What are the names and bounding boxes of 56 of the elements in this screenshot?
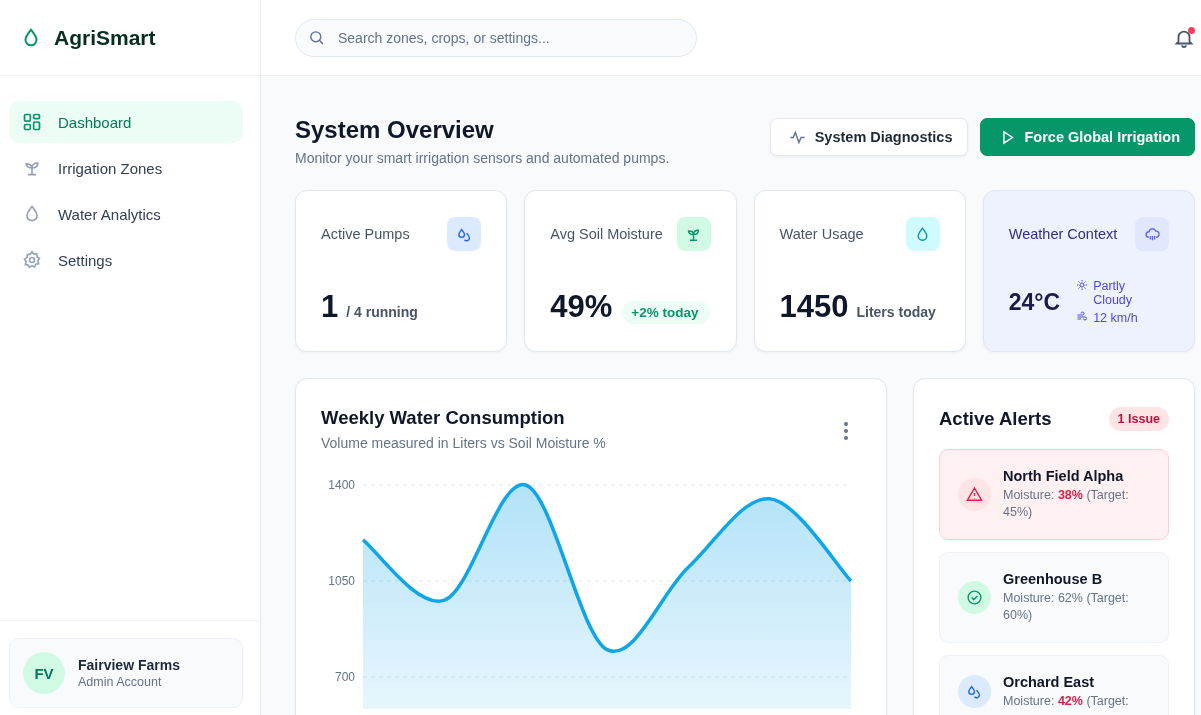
sun-icon (1076, 279, 1089, 291)
stat-value: 24°C (1008, 288, 1061, 316)
page-title: System Overview (295, 116, 495, 144)
stat-value: 1 (321, 289, 339, 325)
trend-badge: +2% today (622, 301, 711, 324)
drop-icon (905, 217, 940, 251)
y-tick-label: 1050 (328, 574, 355, 588)
nav-item[interactable]: Settings (9, 239, 243, 281)
stat-value: 1450 (779, 289, 849, 325)
user-name: Fairview Farms (78, 657, 180, 673)
more-icon[interactable] (843, 421, 849, 441)
y-tick-label: 1400 (328, 478, 355, 492)
pulse-icon (788, 128, 806, 146)
warning-icon (966, 485, 983, 503)
stat-title: Active Pumps (321, 226, 410, 242)
chart-title: Weekly Water Consumption (321, 407, 566, 429)
wind-speed: 12 km/h (1093, 311, 1138, 325)
profile-card[interactable]: FV Fairview Farms Admin Account (9, 638, 243, 708)
cloud-rain-icon (1135, 217, 1169, 251)
stat-unit: / 4 running (346, 304, 418, 320)
chart-subtitle: Volume measured in Liters vs Soil Moisture % (321, 435, 606, 451)
irrigation-button[interactable]: Force Global Irrigation (979, 118, 1195, 156)
zone-name: North Field Alpha (1003, 468, 1125, 484)
droplets-icon (447, 217, 482, 251)
y-tick-label: 700 (334, 670, 355, 684)
stat-title: Avg Soil Moisture (550, 226, 663, 242)
user-role: Admin Account (78, 675, 163, 689)
nav-item[interactable]: Irrigation Zones (9, 147, 243, 189)
stat-value: 49% (550, 289, 613, 325)
stat-title: Water Usage (779, 226, 864, 242)
diagnostics-button[interactable]: System Diagnostics (769, 118, 968, 156)
alert-item[interactable]: Greenhouse B Moisture: 62% (Target: 60%) (939, 551, 1169, 643)
grid-icon (22, 112, 42, 132)
alert-item[interactable]: Orchard East Moisture: 42% (Target: (939, 654, 1169, 715)
settings-icon (22, 250, 42, 270)
issue-badge: 1 Issue (1108, 407, 1169, 431)
page-subtitle: Monitor your smart irrigation sensors and automated pumps. (295, 150, 670, 166)
zone-name: Orchard East (1003, 673, 1096, 690)
alerts-title: Active Alerts (939, 408, 1052, 430)
nav-item[interactable]: Dashboard (9, 101, 243, 143)
search-icon (308, 28, 325, 46)
stat-unit: Liters today (856, 304, 936, 320)
check-circle-icon (966, 588, 983, 606)
nav-item[interactable]: Water Analytics (9, 193, 243, 235)
weather-condition: Partly Cloudy (1093, 279, 1134, 307)
moisture-reading: Moisture: 38% (Target: 45%) (1003, 487, 1130, 521)
search-field[interactable]: Search zones, crops, or settings... (295, 18, 697, 57)
zone-name: Greenhouse B (1003, 570, 1104, 587)
droplets-icon (966, 682, 983, 700)
brand-name: AgriSmart (54, 25, 156, 50)
alert-item[interactable]: North Field Alpha Moisture: 38% (Target: 45%) (939, 449, 1169, 540)
moisture-reading: Moisture: 62% (Target: 60%) (1003, 589, 1130, 624)
sprout-icon (676, 217, 711, 251)
moisture-reading: Moisture: 42% (Target: (1003, 692, 1129, 710)
stat-title: Weather Context (1008, 226, 1118, 242)
avatar: FV (23, 652, 65, 694)
